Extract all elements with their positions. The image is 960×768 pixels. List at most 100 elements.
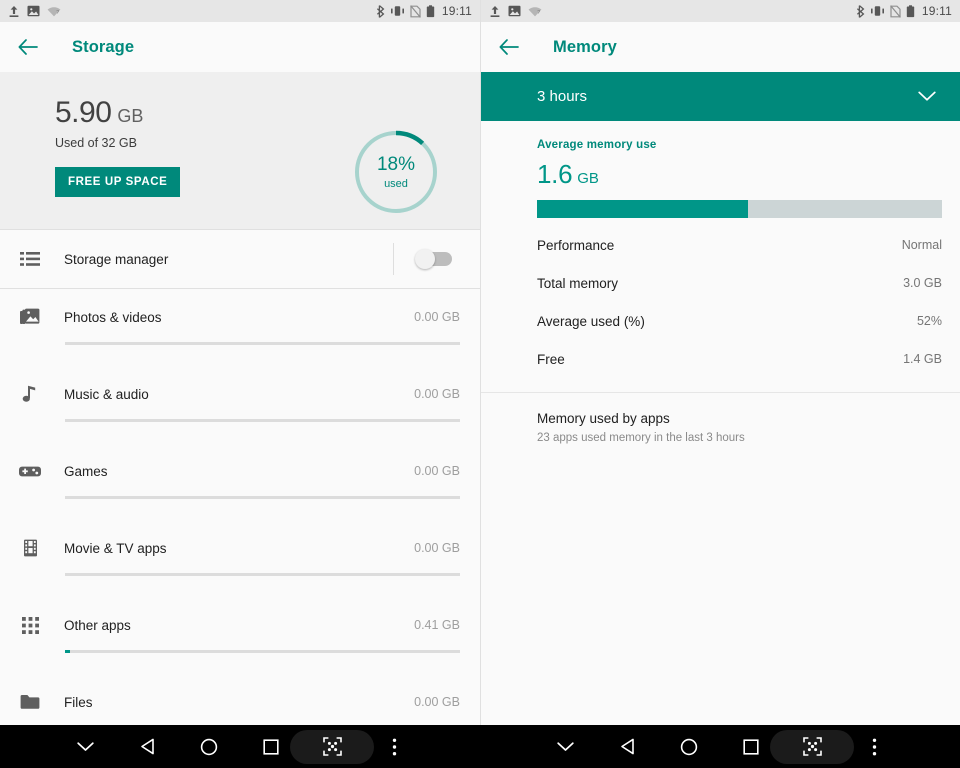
storage-category-list: Photos & videos 0.00 GB Music & audio 0.… [0, 289, 480, 751]
storage-category-label: Other apps [64, 617, 131, 633]
screenshot-capture-icon[interactable] [792, 727, 832, 767]
home-circle-icon[interactable] [669, 727, 709, 767]
screenshot-icon [508, 5, 521, 17]
toggle-separator [393, 243, 394, 275]
storage-used-amount: 5.90 GB [55, 96, 480, 130]
overflow-menu-icon[interactable] [374, 727, 414, 767]
storage-category-label: Games [64, 463, 108, 479]
storage-manager-label: Storage manager [64, 251, 169, 267]
average-memory-amount: 1.6 GB [537, 159, 960, 190]
memory-stat-key: Performance [537, 237, 615, 253]
storage-manager-toggle[interactable] [415, 249, 452, 269]
memory-panel: ? 19:11 Memory 3 hours Average memory us… [480, 0, 960, 768]
average-memory-value: 1.6 [537, 159, 573, 189]
memory-stat-row: Performance Normal [481, 226, 960, 264]
storage-category-size: 0.00 GB [414, 310, 460, 324]
film-icon [18, 536, 42, 560]
memory-stat-row: Average used (%) 52% [481, 302, 960, 340]
status-bar-left-icons: ? [489, 5, 542, 18]
folder-icon [18, 690, 42, 714]
memory-stat-value: Normal [901, 238, 942, 252]
memory-usage-bar-fill [537, 200, 748, 218]
back-triangle-icon[interactable] [127, 727, 167, 767]
storage-summary: 5.90 GB Used of 32 GB FREE UP SPACE 18% … [0, 72, 480, 229]
back-triangle-icon[interactable] [607, 727, 647, 767]
overflow-menu-icon[interactable] [854, 727, 894, 767]
storage-used-unit: GB [117, 106, 144, 126]
free-up-space-button[interactable]: FREE UP SPACE [55, 167, 181, 197]
storage-category-size: 0.00 GB [414, 464, 460, 478]
storage-donut-percent: 18% [376, 153, 416, 175]
page-title: Storage [72, 37, 135, 56]
status-bar-left-icons: ? [8, 5, 61, 18]
storage-category-label: Movie & TV apps [64, 540, 167, 556]
memory-stat-value: 52% [916, 314, 942, 328]
memory-app-bar: Memory [481, 22, 960, 72]
storage-category-size: 0.00 GB [414, 387, 460, 401]
memory-stat-row: Total memory 3.0 GB [481, 264, 960, 302]
status-bar-right-icons: 19:11 [856, 4, 952, 18]
memory-apps-title: Memory used by apps [537, 411, 670, 426]
vibrate-icon [870, 5, 885, 17]
memory-apps-subtitle: 23 apps used memory in the last 3 hours [537, 432, 745, 444]
status-bar-clock: 19:11 [921, 4, 952, 18]
storage-category-label: Music & audio [64, 386, 149, 402]
nav-group-left [0, 725, 480, 768]
wifi-unknown-icon: ? [47, 5, 61, 17]
storage-category-size: 0.00 GB [414, 541, 460, 555]
storage-category-bar [65, 496, 460, 499]
music-note-icon [18, 382, 42, 406]
storage-category-size: 0.41 GB [414, 618, 460, 632]
storage-category-bar [65, 419, 460, 422]
storage-category-bar [65, 650, 460, 653]
chevron-down-icon[interactable] [66, 727, 106, 767]
wifi-unknown-icon: ? [528, 5, 542, 17]
memory-stat-value: 1.4 GB [903, 352, 942, 366]
nav-group-right [480, 725, 960, 768]
home-circle-icon[interactable] [189, 727, 229, 767]
svg-text:?: ? [56, 10, 59, 16]
svg-text:?: ? [537, 10, 540, 16]
status-bar-clock: 19:11 [441, 4, 472, 18]
bluetooth-icon [376, 4, 385, 18]
back-arrow-icon[interactable] [497, 35, 521, 59]
battery-icon [426, 4, 435, 18]
storage-category-label: Files [64, 694, 93, 710]
recents-square-icon[interactable] [251, 727, 291, 767]
memory-period-selector[interactable]: 3 hours [481, 72, 960, 121]
dual-panel-screen: ? 19:11 Storage 5.90 GB Used of 32 GB FR… [0, 0, 960, 768]
memory-stat-row: Free 1.4 GB [481, 340, 960, 378]
screenshot-capture-icon[interactable] [312, 727, 352, 767]
memory-stats-list: Performance Normal Total memory 3.0 GB A… [481, 218, 960, 378]
list-icon [18, 247, 42, 271]
memory-used-by-apps[interactable]: Memory used by apps 23 apps used memory … [481, 393, 960, 444]
storage-category-row[interactable]: Other apps 0.41 GB [0, 597, 480, 674]
upload-icon [8, 5, 20, 18]
storage-panel: ? 19:11 Storage 5.90 GB Used of 32 GB FR… [0, 0, 480, 768]
storage-category-label: Photos & videos [64, 309, 162, 325]
storage-usage-donut: 18% used [352, 128, 440, 216]
sim-off-icon [889, 4, 901, 18]
storage-category-row[interactable]: Photos & videos 0.00 GB [0, 289, 480, 366]
memory-stat-key: Average used (%) [537, 313, 645, 329]
back-arrow-icon[interactable] [16, 35, 40, 59]
storage-category-row[interactable]: Games 0.00 GB [0, 443, 480, 520]
storage-used-value: 5.90 [55, 96, 112, 129]
average-memory-heading: Average memory use [537, 139, 657, 151]
storage-category-row[interactable]: Movie & TV apps 0.00 GB [0, 520, 480, 597]
average-memory-unit: GB [577, 170, 599, 187]
page-title: Memory [553, 37, 617, 56]
system-navigation-bar [0, 725, 960, 768]
status-bar-right-icons: 19:11 [376, 4, 472, 18]
storage-category-row[interactable]: Music & audio 0.00 GB [0, 366, 480, 443]
chevron-down-icon[interactable] [546, 727, 586, 767]
storage-category-bar [65, 342, 460, 345]
memory-period-label: 3 hours [537, 88, 588, 105]
memory-stat-value: 3.0 GB [903, 276, 942, 290]
memory-stat-key: Free [537, 351, 565, 367]
storage-donut-text: 18% used [352, 128, 440, 216]
storage-manager-row[interactable]: Storage manager [0, 230, 480, 288]
recents-square-icon[interactable] [731, 727, 771, 767]
status-bar-left: ? 19:11 [0, 0, 480, 22]
storage-category-bar [65, 573, 460, 576]
